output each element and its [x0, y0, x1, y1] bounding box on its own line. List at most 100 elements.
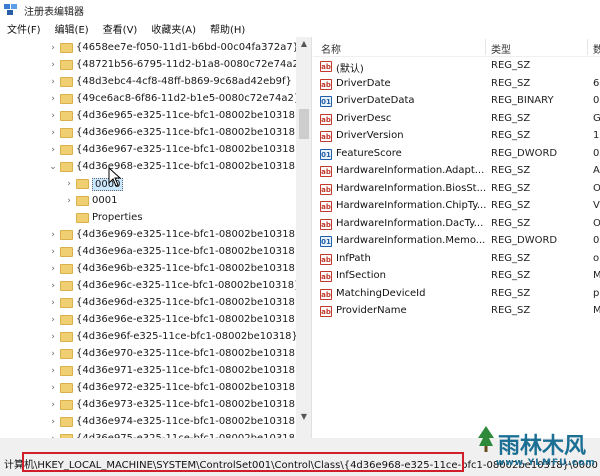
column-header-type[interactable]: 类型 — [491, 41, 511, 56]
expand-chevron-icon[interactable]: › — [48, 230, 58, 240]
value-data: M — [593, 270, 600, 281]
tree-item[interactable]: Properties — [0, 210, 296, 227]
folder-icon — [60, 315, 73, 325]
tree-item-label: {48d3ebc4-4cf8-48ff-b869-9c68ad42eb9f} — [76, 76, 292, 87]
tree-item[interactable]: › {4d36e96e-e325-11ce-bfc1-08002be10318} — [0, 312, 301, 329]
column-divider[interactable] — [587, 39, 588, 55]
folder-icon — [60, 43, 73, 53]
value-name: (默认) — [336, 64, 364, 75]
string-value-icon: ab — [320, 166, 332, 177]
tree-item[interactable]: › {4658ee7e-f050-11d1-b6bd-00c04fa372a7} — [0, 40, 299, 57]
value-row[interactable]: ab HardwareInformation.BiosSt... REG_SZ O — [313, 181, 600, 198]
expand-chevron-icon[interactable]: › — [48, 77, 58, 87]
value-data: O — [593, 217, 600, 229]
expand-chevron-icon[interactable]: › — [48, 400, 58, 410]
string-value-icon: ab — [320, 113, 332, 125]
tree-item[interactable]: › {4d36e973-e325-11ce-bfc1-08002be10318} — [0, 397, 301, 414]
tree-item[interactable]: › {4d36e974-e325-11ce-bfc1-08002be10318} — [0, 414, 301, 431]
expand-chevron-icon[interactable]: › — [48, 315, 58, 325]
tree-item[interactable]: › {4d36e969-e325-11ce-bfc1-08002be10318} — [0, 227, 301, 244]
tree-item-label: {4d36e96d-e325-11ce-bfc1-08002be10318} — [76, 297, 302, 308]
scroll-up-icon[interactable]: ▲ — [296, 37, 311, 51]
value-row[interactable]: ab HardwareInformation.ChipTy... REG_SZ Vi — [313, 198, 600, 215]
menu-view[interactable]: 查看(V) — [103, 21, 138, 36]
column-header-data[interactable]: 数 — [593, 41, 600, 56]
expand-chevron-icon[interactable]: › — [48, 281, 58, 291]
folder-icon — [76, 196, 89, 206]
tree-item[interactable]: › {4d36e96b-e325-11ce-bfc1-08002be10318} — [0, 261, 301, 278]
tree-item-label: Properties — [92, 212, 143, 223]
value-type: REG_SZ — [491, 200, 531, 211]
expand-chevron-icon[interactable]: › — [48, 349, 58, 359]
value-name: HardwareInformation.ChipTy... — [336, 200, 487, 211]
value-row[interactable]: ab InfPath REG_SZ oi — [313, 251, 600, 268]
value-row[interactable]: 01 FeatureScore REG_DWORD 0x — [313, 146, 600, 163]
tree-item[interactable]: › {4d36e971-e325-11ce-bfc1-08002be10318} — [0, 363, 301, 380]
tree-item[interactable]: › {4d36e972-e325-11ce-bfc1-08002be10318} — [0, 380, 301, 397]
expand-chevron-icon[interactable]: › — [48, 43, 58, 53]
scroll-down-icon[interactable]: ▼ — [296, 410, 311, 424]
column-divider[interactable] — [485, 39, 486, 55]
expand-chevron-icon[interactable]: › — [48, 332, 58, 342]
folder-icon — [60, 230, 73, 240]
value-row[interactable]: ab HardwareInformation.Adapt... REG_SZ A — [313, 163, 600, 180]
expand-chevron-icon[interactable]: › — [48, 128, 58, 138]
tree-item[interactable]: › {48721b56-6795-11d2-b1a8-0080c72e74a2} — [0, 57, 305, 74]
tree-item[interactable]: › {4d36e965-e325-11ce-bfc1-08002be10318} — [0, 108, 301, 125]
value-row[interactable]: ab DriverDate REG_SZ 6- — [313, 76, 600, 93]
folder-icon — [60, 298, 73, 308]
tree-item[interactable]: › {4d36e96a-e325-11ce-bfc1-08002be10318} — [0, 244, 301, 261]
tree-item[interactable]: › {4d36e96f-e325-11ce-bfc1-08002be10318} — [0, 329, 298, 346]
menu-help[interactable]: 帮助(H) — [210, 21, 245, 36]
expand-chevron-icon[interactable]: › — [48, 298, 58, 308]
collapse-chevron-icon[interactable]: ⌄ — [48, 162, 58, 172]
tree-item[interactable]: › {4d36e96d-e325-11ce-bfc1-08002be10318} — [0, 295, 301, 312]
column-header-name[interactable]: 名称 — [321, 41, 341, 56]
expand-chevron-icon[interactable]: › — [48, 383, 58, 393]
value-type: REG_SZ — [491, 112, 531, 124]
value-type: REG_BINARY — [491, 95, 554, 106]
value-row[interactable]: ab InfSection REG_SZ M — [313, 268, 600, 285]
expand-chevron-icon[interactable]: › — [48, 417, 58, 427]
tree-item[interactable]: › {4d36e967-e325-11ce-bfc1-08002be10318} — [0, 142, 301, 159]
expand-chevron-icon[interactable]: › — [64, 196, 74, 206]
tree-item[interactable]: ›{4d36e975-e325-11ce-bfc1-08002be10318} — [0, 431, 301, 438]
scrollbar-thumb[interactable] — [299, 109, 309, 139]
folder-icon — [60, 60, 73, 70]
value-row[interactable]: 01 HardwareInformation.Memo... REG_DWORD 0x — [313, 233, 600, 250]
tree-item[interactable]: › 0000 — [0, 176, 296, 193]
tree-item[interactable]: › {4d36e970-e325-11ce-bfc1-08002be10318} — [0, 346, 301, 363]
value-row[interactable]: ab (默认) REG_SZ — [313, 58, 600, 75]
tree-vertical-scrollbar[interactable]: ▲ ▼ — [296, 37, 311, 438]
value-list-pane[interactable]: 名称 类型 数 ab(默认)REG_SZabDriverDateREG_SZ6-… — [313, 37, 600, 438]
value-row[interactable]: ab HardwareInformation.DacTy... REG_SZ O — [313, 216, 600, 233]
expand-chevron-icon[interactable]: › — [48, 60, 58, 70]
value-row[interactable]: 01 DriverDateData REG_BINARY 00 — [313, 93, 600, 110]
expand-chevron-icon[interactable]: › — [48, 264, 58, 274]
expand-chevron-icon[interactable]: › — [48, 247, 58, 257]
menu-favorites[interactable]: 收藏夹(A) — [151, 21, 196, 36]
tree-item[interactable]: › {48d3ebc4-4cf8-48ff-b869-9c68ad42eb9f} — [0, 74, 296, 91]
binary-value-icon: 01 — [320, 96, 332, 107]
value-name: MatchingDeviceId — [336, 287, 426, 299]
value-row[interactable]: ab ProviderName REG_SZ M — [313, 303, 600, 320]
value-name: HardwareInformation.BiosSt... — [336, 182, 487, 194]
expand-chevron-icon[interactable]: › — [48, 111, 58, 121]
value-row[interactable]: ab DriverDesc REG_SZ G — [313, 111, 600, 128]
value-data: Vi — [593, 200, 600, 211]
tree-item[interactable]: ⌄ {4d36e968-e325-11ce-bfc1-08002be10318} — [0, 159, 301, 176]
menu-edit[interactable]: 编辑(E) — [55, 21, 89, 36]
tree-item[interactable]: › {49ce6ac8-6f86-11d2-b1e5-0080c72e74a2} — [0, 91, 300, 108]
value-row[interactable]: ab MatchingDeviceId REG_SZ pc — [313, 286, 600, 303]
menu-file[interactable]: 文件(F) — [7, 21, 41, 36]
key-tree-pane[interactable]: › {4658ee7e-f050-11d1-b6bd-00c04fa372a7} ›… — [0, 37, 312, 438]
expand-chevron-icon[interactable]: › — [48, 145, 58, 155]
expand-chevron-icon[interactable]: › — [48, 366, 58, 376]
value-row[interactable]: ab DriverVersion REG_SZ 10 — [313, 128, 600, 145]
expand-chevron-icon[interactable]: › — [64, 179, 74, 189]
menu-bar: 文件(F) 编辑(E) 查看(V) 收藏夹(A) 帮助(H) — [0, 20, 600, 37]
tree-item[interactable]: › {4d36e966-e325-11ce-bfc1-08002be10318} — [0, 125, 301, 142]
expand-chevron-icon[interactable]: › — [48, 94, 58, 104]
tree-item[interactable]: › 0001 — [0, 193, 296, 210]
tree-item[interactable]: › {4d36e96c-e325-11ce-bfc1-08002be10318} — [0, 278, 300, 295]
